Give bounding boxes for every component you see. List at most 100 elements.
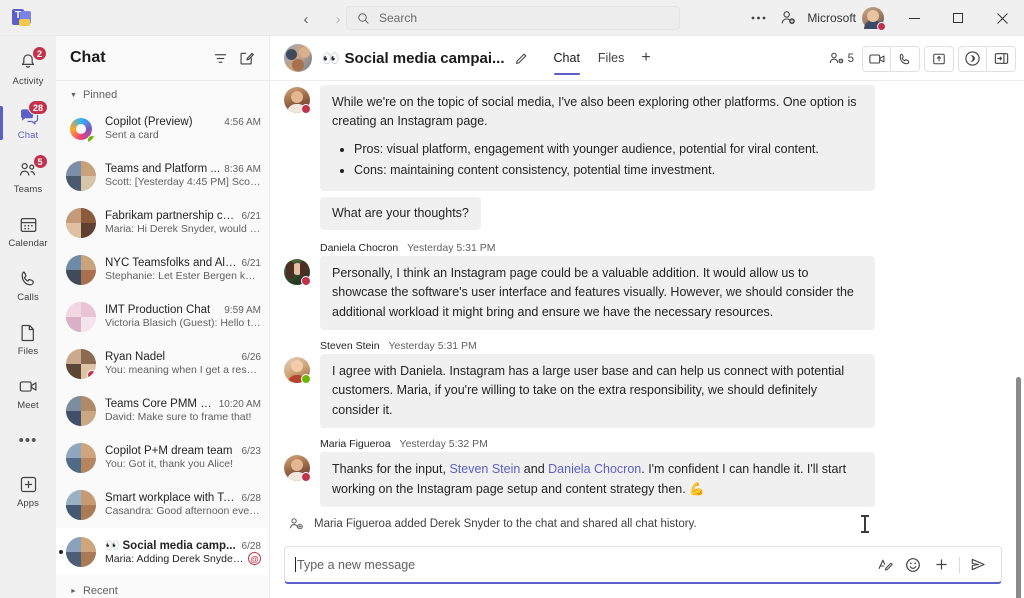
- chat-item-preview: David: Make sure to frame that!: [105, 411, 261, 423]
- mention-link[interactable]: Steven Stein: [449, 462, 520, 476]
- compose-placeholder: Type a new message: [297, 558, 872, 572]
- teams-app-window: ‹ › Search Microsoft: [0, 0, 1024, 598]
- rail-item-chat[interactable]: 28 Chat: [0, 96, 56, 150]
- rail-item-calls[interactable]: Calls: [0, 258, 56, 312]
- rail-item-teams[interactable]: 5 Teams: [0, 150, 56, 204]
- chat-list-item[interactable]: Fabrikam partnership co...6/21Maria: Hi …: [56, 199, 269, 246]
- chat-rows-container: Copilot (Preview)4:56 AMSent a card Teams…: [56, 105, 269, 575]
- tab-files[interactable]: Files: [589, 36, 633, 81]
- add-tab-button[interactable]: +: [633, 36, 658, 81]
- person-add-icon[interactable]: [773, 5, 803, 31]
- send-icon[interactable]: [965, 552, 991, 578]
- rail-item-meet[interactable]: Meet: [0, 366, 56, 420]
- rail-item-files[interactable]: Files: [0, 312, 56, 366]
- presence-badge: [877, 22, 886, 31]
- mention-link[interactable]: Daniela Chocron: [548, 462, 641, 476]
- share-screen-icon[interactable]: [925, 47, 953, 71]
- emoji-icon[interactable]: [900, 552, 926, 578]
- chat-list-item[interactable]: IMT Production Chat9:59 AMVictoria Blasi…: [56, 293, 269, 340]
- compose-toolbar: [872, 552, 991, 578]
- message-bullets: Pros: visual platform, engagement with y…: [332, 140, 863, 181]
- chat-item-meta: Ryan Nadel6/26You: meaning when I get a …: [105, 351, 261, 376]
- minimize-button[interactable]: [892, 0, 936, 36]
- rail-item-calendar[interactable]: Calendar: [0, 204, 56, 258]
- text-part: Thanks for the input,: [332, 462, 449, 476]
- message-timestamp: Yesterday 5:31 PM: [388, 340, 476, 352]
- chat-list-item[interactable]: Teams and Platform ...8:36 AMScott: [Yes…: [56, 152, 269, 199]
- members-count: 5: [848, 53, 854, 65]
- teams-badge: 5: [33, 154, 48, 169]
- avatar: [284, 259, 310, 285]
- conversation-avatar[interactable]: [284, 44, 312, 72]
- close-button[interactable]: [980, 0, 1024, 36]
- chat-item-meta: Teams and Platform ...8:36 AMScott: [Yes…: [105, 163, 261, 188]
- new-chat-icon[interactable]: [233, 45, 259, 71]
- message-item: Maria Figueroa Yesterday 5:32 PM Thanks …: [284, 438, 1010, 507]
- rail-item-activity[interactable]: 2 Activity: [0, 42, 56, 96]
- chat-list-item[interactable]: NYC Teamsfolks and Alli...6/21Stephanie:…: [56, 246, 269, 293]
- tab-chat[interactable]: Chat: [545, 36, 589, 81]
- chat-list-panel: Chat ▼ Pinned Copilot (Preview)4:56 AMSe…: [56, 36, 270, 598]
- system-message-text: Maria Figueroa added Derek Snyder to the…: [314, 518, 697, 530]
- message-meta: Maria Figueroa Yesterday 5:32 PM: [320, 438, 1010, 450]
- copilot-icon[interactable]: [959, 47, 987, 71]
- chat-item-time: 6/26: [242, 352, 261, 363]
- chat-item-time: 6/28: [242, 541, 261, 552]
- chat-list-item[interactable]: Smart workplace with Te...6/28Casandra: …: [56, 481, 269, 528]
- chat-item-meta: NYC Teamsfolks and Alli...6/21Stephanie:…: [105, 257, 261, 282]
- more-options-button[interactable]: [743, 5, 773, 31]
- message-author: Maria Figueroa: [320, 438, 391, 450]
- format-text-icon[interactable]: [872, 552, 898, 578]
- chat-icon: 28: [18, 105, 39, 127]
- rail-item-apps[interactable]: Apps: [0, 464, 56, 518]
- chat-item-time: 9:59 AM: [224, 305, 261, 316]
- user-avatar[interactable]: [862, 7, 884, 29]
- scrollbar-thumb[interactable]: [1016, 377, 1021, 598]
- chat-item-meta: Fabrikam partnership co...6/21Maria: Hi …: [105, 210, 261, 235]
- pencil-icon[interactable]: [511, 47, 533, 69]
- audio-call-icon[interactable]: [891, 47, 919, 71]
- open-panel-icon[interactable]: [987, 47, 1015, 71]
- text-caret: [295, 557, 296, 572]
- add-attachment-icon[interactable]: [928, 552, 954, 578]
- chevron-right-icon: ►: [70, 588, 77, 595]
- chat-item-preview: Stephanie: Let Ester Bergen know ...: [105, 270, 261, 282]
- chat-item-name: Ryan Nadel: [105, 351, 238, 363]
- pinned-label: Pinned: [83, 89, 117, 101]
- chat-list-item[interactable]: 👀 Social media camp...6/28Maria: Adding …: [56, 528, 269, 575]
- chat-list-item[interactable]: Copilot P+M dream team6/23You: Got it, t…: [56, 434, 269, 481]
- chat-item-meta: 👀 Social media camp...6/28Maria: Adding …: [105, 538, 261, 565]
- chat-item-name: Teams and Platform ...: [105, 163, 220, 175]
- chat-item-meta: Teams Core PMM te...10:20 AMDavid: Make …: [105, 398, 261, 423]
- mouse-cursor: [864, 517, 866, 531]
- presence-busy-badge: [301, 276, 311, 286]
- chat-item-name: IMT Production Chat: [105, 304, 220, 316]
- video-call-icon[interactable]: [863, 47, 891, 71]
- avatar: [66, 443, 96, 473]
- message-meta: Steven Stein Yesterday 5:31 PM: [320, 340, 1010, 352]
- conversation-tabs: Chat Files +: [545, 36, 659, 81]
- chat-item-time: 6/21: [242, 211, 261, 222]
- chat-item-preview: Maria: Adding Derek Snyder t...: [105, 553, 244, 565]
- toolbar-divider: [959, 557, 960, 573]
- chat-item-meta: Copilot P+M dream team6/23You: Got it, t…: [105, 445, 261, 470]
- video-icon: [18, 375, 39, 397]
- members-button[interactable]: 5: [825, 51, 858, 66]
- message-input[interactable]: Type a new message: [284, 546, 1002, 584]
- maximize-button[interactable]: [936, 0, 980, 36]
- chat-list-item[interactable]: Ryan Nadel6/26You: meaning when I get a …: [56, 340, 269, 387]
- chat-list-item[interactable]: Copilot (Preview)4:56 AMSent a card: [56, 105, 269, 152]
- search-input[interactable]: Search: [346, 6, 680, 30]
- teams-logo-icon: [10, 7, 32, 29]
- rail-label-chat: Chat: [18, 130, 38, 141]
- back-button[interactable]: ‹: [292, 8, 320, 30]
- filter-icon[interactable]: [207, 45, 233, 71]
- pinned-section-header[interactable]: ▼ Pinned: [56, 81, 269, 105]
- avatar: [66, 396, 96, 426]
- message-scrollbar[interactable]: [1014, 81, 1022, 534]
- rail-more-button[interactable]: •••: [19, 420, 38, 460]
- chat-item-preview: Casandra: Good afternoon everyon...: [105, 505, 261, 517]
- recent-section-header[interactable]: ► Recent: [56, 575, 269, 598]
- avatar: [66, 114, 96, 144]
- chat-list-item[interactable]: Teams Core PMM te...10:20 AMDavid: Make …: [56, 387, 269, 434]
